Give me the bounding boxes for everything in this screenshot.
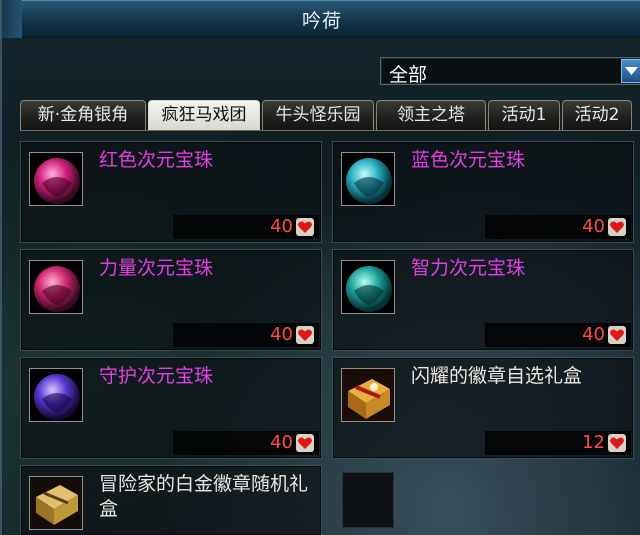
price-box: 40 — [485, 215, 631, 239]
badge-giftbox-icon — [341, 368, 395, 422]
tab-event-2[interactable]: 活动2 — [562, 100, 632, 130]
tab-jinjiao-yinjiao[interactable]: 新·金角银角 — [20, 100, 146, 130]
shop-item[interactable]: 红色次元宝珠 40 — [20, 141, 322, 243]
shop-item[interactable]: 蓝色次元宝珠 40 — [332, 141, 634, 243]
item-name: 智力次元宝珠 — [411, 257, 526, 279]
blue-orb-icon — [341, 152, 395, 206]
tab-minotaur-park[interactable]: 牛头怪乐园 — [262, 100, 374, 130]
price-box: 12 — [485, 431, 631, 455]
window-title: 吟荷 — [301, 10, 342, 32]
price-box: 40 — [173, 431, 319, 455]
intelligence-orb-icon — [341, 260, 395, 314]
heart-currency-icon — [296, 218, 314, 236]
category-dropdown-value: 全部 — [389, 64, 428, 86]
platinum-giftbox-icon — [29, 476, 83, 530]
tab-underline — [20, 130, 640, 131]
item-name: 闪耀的徽章自选礼盒 — [411, 365, 583, 387]
shop-item[interactable]: 守护次元宝珠 40 — [20, 357, 322, 459]
item-name: 蓝色次元宝珠 — [411, 149, 526, 171]
guard-orb-icon — [29, 368, 83, 422]
price-box: 40 — [173, 215, 319, 239]
strength-orb-icon — [29, 260, 83, 314]
shop-item[interactable]: 闪耀的徽章自选礼盒 12 — [332, 357, 634, 459]
price-box: 40 — [485, 323, 631, 347]
item-price: 40 — [270, 432, 293, 453]
chevron-down-icon — [625, 67, 638, 75]
heart-currency-icon — [296, 434, 314, 452]
heart-currency-icon — [608, 218, 626, 236]
heart-currency-icon — [608, 434, 626, 452]
tab-bar: 新·金角银角 疯狂马戏团 牛头怪乐园 领主之塔 活动1 活动2 — [20, 100, 640, 131]
item-name: 红色次元宝珠 — [99, 149, 214, 171]
tab-crazy-circus[interactable]: 疯狂马戏团 — [148, 100, 260, 131]
shop-item[interactable]: 力量次元宝珠 40 — [20, 249, 322, 351]
heart-currency-icon — [296, 326, 314, 344]
shop-item[interactable]: 冒险家的白金徽章随机礼盒 — [20, 465, 322, 535]
title-bar[interactable]: 吟荷 — [2, 0, 640, 38]
shop-item[interactable]: 智力次元宝珠 40 — [332, 249, 634, 351]
category-dropdown[interactable]: 全部 — [380, 57, 640, 86]
dropdown-arrow-button[interactable] — [621, 59, 640, 83]
red-orb-icon — [29, 152, 83, 206]
item-price: 12 — [582, 432, 605, 453]
shop-window: 吟荷 全部 新·金角银角 疯狂马戏团 牛头怪乐园 领主之塔 活动1 活动2 红色… — [0, 0, 640, 535]
tab-lord-tower[interactable]: 领主之塔 — [376, 100, 486, 130]
tab-event-1[interactable]: 活动1 — [488, 100, 560, 130]
item-name: 力量次元宝珠 — [99, 257, 214, 279]
heart-currency-icon — [608, 326, 626, 344]
item-price: 40 — [582, 216, 605, 237]
item-price: 40 — [582, 324, 605, 345]
item-name: 守护次元宝珠 — [99, 365, 214, 387]
item-price: 40 — [270, 324, 293, 345]
empty-item-slot — [342, 472, 394, 528]
item-price: 40 — [270, 216, 293, 237]
price-box: 40 — [173, 323, 319, 347]
item-name: 冒险家的白金徽章随机礼盒 — [99, 473, 309, 520]
